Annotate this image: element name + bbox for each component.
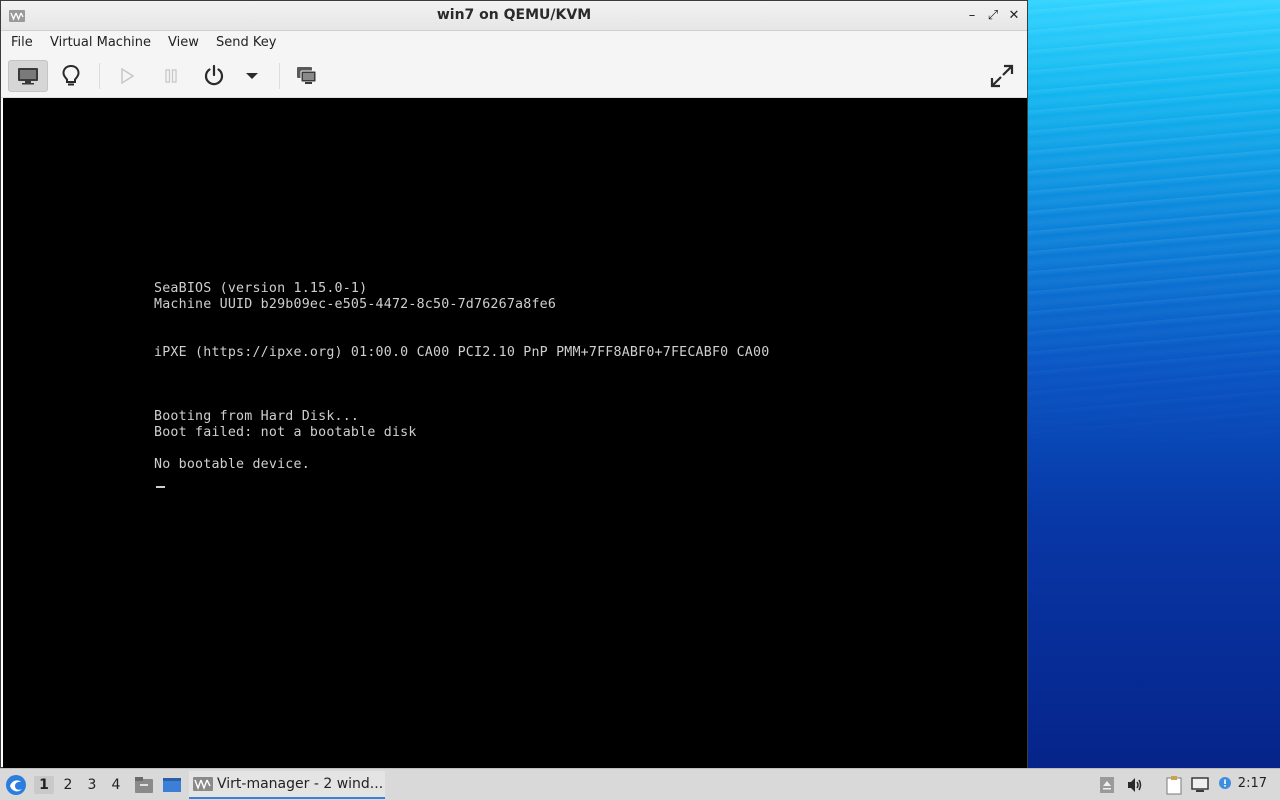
- tray-volume-button[interactable]: [1125, 775, 1145, 795]
- menu-view[interactable]: View: [168, 35, 199, 50]
- snapshots-icon: [297, 67, 317, 84]
- shutdown-button[interactable]: [196, 60, 232, 92]
- virt-manager-app-icon: [193, 777, 213, 791]
- minimize-button[interactable]: –: [965, 8, 979, 24]
- console-line: Booting from Hard Disk...: [154, 409, 360, 424]
- console-line: Machine UUID b29b09ec-e505-4472-8c50-7d7…: [154, 297, 557, 312]
- lightbulb-icon: [62, 64, 80, 86]
- start-menu-button[interactable]: [5, 774, 27, 796]
- file-manager-icon: [135, 777, 153, 793]
- clock[interactable]: 2:17: [1238, 776, 1267, 791]
- menu-send-key[interactable]: Send Key: [216, 35, 276, 50]
- lxqt-logo-icon: [6, 775, 26, 795]
- console-line: No bootable device.: [154, 457, 310, 472]
- toolbar: [1, 55, 1027, 98]
- tray-eject-button[interactable]: [1097, 775, 1117, 795]
- show-details-button[interactable]: [53, 60, 89, 92]
- snapshots-button[interactable]: [289, 60, 325, 92]
- play-icon: [121, 67, 135, 85]
- monitor-icon: [18, 68, 38, 85]
- tray-network-button[interactable]: [1190, 775, 1210, 795]
- maximize-button[interactable]: ⤢: [986, 8, 1000, 24]
- file-manager-launcher[interactable]: [134, 775, 154, 795]
- show-desktop-button[interactable]: [162, 775, 182, 795]
- info-icon: [1219, 777, 1231, 789]
- pause-button[interactable]: [153, 60, 189, 92]
- taskbar-window-item[interactable]: Virt-manager - 2 wind...: [189, 771, 385, 799]
- clipboard-icon: [1166, 776, 1182, 795]
- window-title: win7 on QEMU/KVM: [436, 7, 592, 23]
- console-line: iPXE (https://ipxe.org) 01:00.0 CA00 PCI…: [154, 345, 770, 360]
- taskbar-window-label: Virt-manager - 2 wind...: [217, 776, 384, 792]
- fullscreen-button[interactable]: [984, 60, 1020, 92]
- network-icon: [1191, 777, 1209, 792]
- workspace-4[interactable]: 4: [106, 776, 126, 794]
- toolbar-separator: [99, 63, 100, 89]
- desktop-icon: [163, 778, 181, 792]
- title-bar[interactable]: win7 on QEMU/KVM – ⤢ ✕: [1, 1, 1027, 31]
- menu-file[interactable]: File: [11, 35, 33, 50]
- console-line: SeaBIOS (version 1.15.0-1): [154, 281, 368, 296]
- workspace-1[interactable]: 1: [34, 776, 54, 794]
- menu-virtual-machine[interactable]: Virtual Machine: [50, 35, 151, 50]
- workspace-3[interactable]: 3: [82, 776, 102, 794]
- speaker-icon: [1128, 778, 1142, 792]
- pause-icon: [165, 69, 177, 83]
- toolbar-separator: [279, 63, 280, 89]
- console-line: Boot failed: not a bootable disk: [154, 425, 417, 440]
- fullscreen-icon: [990, 64, 1014, 88]
- run-button[interactable]: [109, 60, 145, 92]
- tray-clipboard-button[interactable]: [1163, 775, 1185, 795]
- taskbar: 1 2 3 4 Virt-manager - 2 wind... 2:17: [0, 768, 1280, 800]
- tray-notification-button[interactable]: [1216, 775, 1236, 795]
- virt-viewer-window: win7 on QEMU/KVM – ⤢ ✕ File Virtual Mach…: [0, 0, 1028, 768]
- shutdown-menu-button[interactable]: [237, 60, 267, 92]
- menu-bar: File Virtual Machine View Send Key: [1, 31, 1027, 55]
- text-cursor: [156, 486, 165, 488]
- power-icon: [204, 64, 224, 86]
- dropdown-arrow-icon: [246, 73, 258, 79]
- show-console-button[interactable]: [8, 60, 48, 92]
- close-button[interactable]: ✕: [1007, 8, 1021, 24]
- workspace-2[interactable]: 2: [58, 776, 78, 794]
- vm-console-display[interactable]: SeaBIOS (version 1.15.0-1) Machine UUID …: [3, 98, 1027, 768]
- eject-icon: [1100, 777, 1114, 793]
